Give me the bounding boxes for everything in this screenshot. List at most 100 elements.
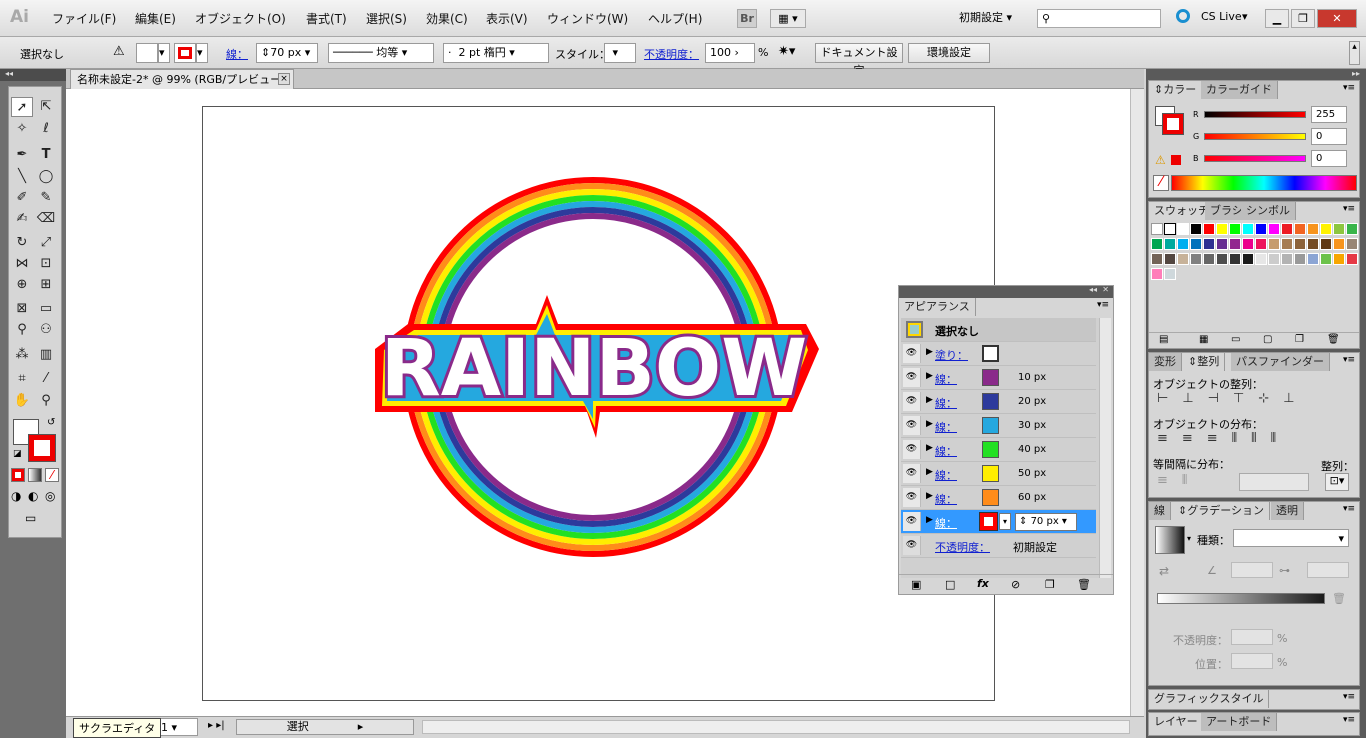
gamut-swatch[interactable] <box>1171 155 1181 165</box>
symbol-sprayer-tool-icon[interactable]: ⁂ <box>11 345 33 365</box>
search-input[interactable]: ⚲ <box>1037 9 1161 28</box>
reverse-gradient-icon[interactable]: ⇄ <box>1159 564 1169 578</box>
align-object-icons[interactable]: ⊢⊥⊣⊤⊹⊥ <box>1157 391 1309 406</box>
line-tool-icon[interactable]: ╲ <box>11 167 33 187</box>
color-swatch[interactable] <box>1320 253 1332 265</box>
color-swatch[interactable] <box>1151 238 1163 250</box>
stroke-row[interactable]: 👁 ▶ 線： 10 px <box>901 366 1096 390</box>
menu-window[interactable]: ウィンドウ(W) <box>547 10 628 27</box>
distribute-object-icons[interactable]: ≡≡≡⫴⫴⫴ <box>1157 431 1290 446</box>
horizontal-scrollbar[interactable] <box>422 720 1130 734</box>
stroke-color-swatch[interactable] <box>982 393 999 410</box>
tab-artboards[interactable]: アートボード <box>1201 713 1278 731</box>
color-swatch[interactable] <box>1242 238 1254 250</box>
panel-menu-icon[interactable]: ▾≡ <box>1343 204 1355 214</box>
color-swatch[interactable] <box>1268 253 1280 265</box>
stop-position-input[interactable] <box>1231 653 1273 669</box>
panel-menu-icon[interactable]: ▾≡ <box>1343 504 1355 514</box>
artboard-tool-icon[interactable]: ⌗ <box>11 369 33 389</box>
color-swatch[interactable] <box>1281 238 1293 250</box>
align-to-icon[interactable]: ⊡▾ <box>1325 473 1349 491</box>
width-tool-icon[interactable]: ⋈ <box>11 254 33 274</box>
stroke-color-icon[interactable] <box>28 434 56 462</box>
chevron-down-icon[interactable]: ▾ <box>999 513 1011 530</box>
vertical-scrollbar[interactable] <box>1130 89 1144 717</box>
slice-tool-icon[interactable]: ⁄ <box>35 369 57 389</box>
active-stroke-row[interactable]: 👁 ▶ 線： ▾ ⇕ 70 px ▾ <box>901 510 1096 534</box>
stroke-link[interactable]: 線： <box>935 395 957 411</box>
trash-icon[interactable]: 🗑 <box>1327 334 1340 345</box>
gradient-type-select[interactable]: ▾ <box>1233 529 1349 547</box>
style-dropdown[interactable]: ▾ <box>604 43 636 63</box>
stroke-link[interactable]: 線： <box>935 371 957 387</box>
eye-icon[interactable]: 👁 <box>903 440 921 459</box>
panel-menu-icon[interactable]: ▾≡ <box>1343 355 1355 365</box>
eye-icon[interactable]: 👁 <box>903 488 921 507</box>
default-colors-icon[interactable]: ◪ <box>13 449 22 459</box>
color-swatch[interactable] <box>1281 223 1293 235</box>
control-menu-icon[interactable]: ▴ <box>1349 41 1360 65</box>
aspect-ratio-input[interactable] <box>1307 562 1349 578</box>
mesh-tool-icon[interactable]: ⊠ <box>11 299 33 319</box>
close-button[interactable]: ✕ <box>1317 9 1357 28</box>
eraser-tool-icon[interactable]: ⌫ <box>35 209 57 229</box>
spacing-input[interactable] <box>1239 473 1309 491</box>
variable-width-profile[interactable]: ────── 均等 ▾ <box>328 43 434 63</box>
disclosure-icon[interactable]: ▶ <box>926 395 933 405</box>
color-swatch[interactable] <box>1255 253 1267 265</box>
type-tool-icon[interactable]: T <box>35 145 57 165</box>
tab-pathfinder[interactable]: パスファインダー <box>1231 353 1330 371</box>
fill-row[interactable]: 👁 ▶ 塗り： <box>901 342 1096 366</box>
tab-color-guide[interactable]: カラーガイド <box>1201 81 1278 99</box>
color-swatch[interactable] <box>1177 238 1189 250</box>
stroke-row[interactable]: 👁 ▶ 線： 40 px <box>901 438 1096 462</box>
color-swatch[interactable] <box>1333 223 1345 235</box>
g-slider[interactable] <box>1204 133 1306 140</box>
color-swatch[interactable] <box>1255 238 1267 250</box>
color-swatch[interactable] <box>1164 238 1176 250</box>
stroke-link[interactable]: 線： <box>935 515 957 531</box>
color-swatch[interactable] <box>1346 238 1358 250</box>
panel-menu-icon[interactable]: ▾≡ <box>1343 83 1355 93</box>
perspective-grid-tool-icon[interactable]: ⊞ <box>35 275 57 295</box>
swap-icon[interactable]: ↺ <box>47 417 55 428</box>
color-swatch[interactable] <box>1164 268 1176 280</box>
menu-type[interactable]: 書式(T) <box>306 10 347 27</box>
trash-icon[interactable]: 🗑 <box>1077 578 1091 591</box>
color-swatch[interactable] <box>1216 238 1228 250</box>
color-swatch[interactable] <box>1216 253 1228 265</box>
collapse-icon[interactable]: ◂◂ <box>0 69 66 81</box>
appearance-scrollbar[interactable] <box>1099 318 1111 578</box>
disclosure-icon[interactable]: ▶ <box>926 443 933 453</box>
stroke-swatch[interactable] <box>979 512 998 531</box>
stroke-swatch[interactable] <box>174 43 196 63</box>
disclosure-icon[interactable]: ▶ <box>926 347 933 357</box>
pencil-tool-icon[interactable]: ✎ <box>35 188 57 208</box>
trash-icon[interactable]: 🗑 <box>1332 592 1346 605</box>
cs-live-button[interactable]: CS Live <box>1201 10 1242 23</box>
pen-tool-icon[interactable]: ✒ <box>11 145 33 165</box>
opacity-input[interactable]: 100 › <box>705 43 755 63</box>
collapse-icon[interactable]: ◂◂ <box>1089 285 1097 294</box>
panel-menu-icon[interactable]: ▾≡ <box>1343 692 1355 702</box>
eye-icon[interactable]: 👁 <box>903 344 921 363</box>
color-swatch[interactable] <box>1333 253 1345 265</box>
fx-icon[interactable]: fx <box>977 577 989 590</box>
color-swatch[interactable] <box>1320 238 1332 250</box>
color-spectrum[interactable] <box>1171 175 1357 191</box>
stroke-color-icon[interactable] <box>1162 113 1184 135</box>
menu-view[interactable]: 表示(V) <box>486 10 528 27</box>
gradient-slider[interactable] <box>1157 593 1325 604</box>
document-setup-button[interactable]: ドキュメント設定 <box>815 43 903 77</box>
color-swatch[interactable] <box>1190 223 1202 235</box>
new-swatch-icon[interactable]: ❐ <box>1295 334 1304 345</box>
tab-transform[interactable]: 変形 <box>1149 353 1182 371</box>
add-stroke-icon[interactable]: ▣ <box>911 578 921 591</box>
blend-tool-icon[interactable]: ⚇ <box>35 320 57 340</box>
color-swatch[interactable] <box>1203 253 1215 265</box>
tab-color[interactable]: ⇕カラー <box>1149 81 1203 99</box>
stroke-link[interactable]: 線： <box>935 467 957 483</box>
stroke-color-swatch[interactable] <box>982 465 999 482</box>
menu-edit[interactable]: 編集(E) <box>135 10 176 27</box>
color-swatch[interactable] <box>1281 253 1293 265</box>
